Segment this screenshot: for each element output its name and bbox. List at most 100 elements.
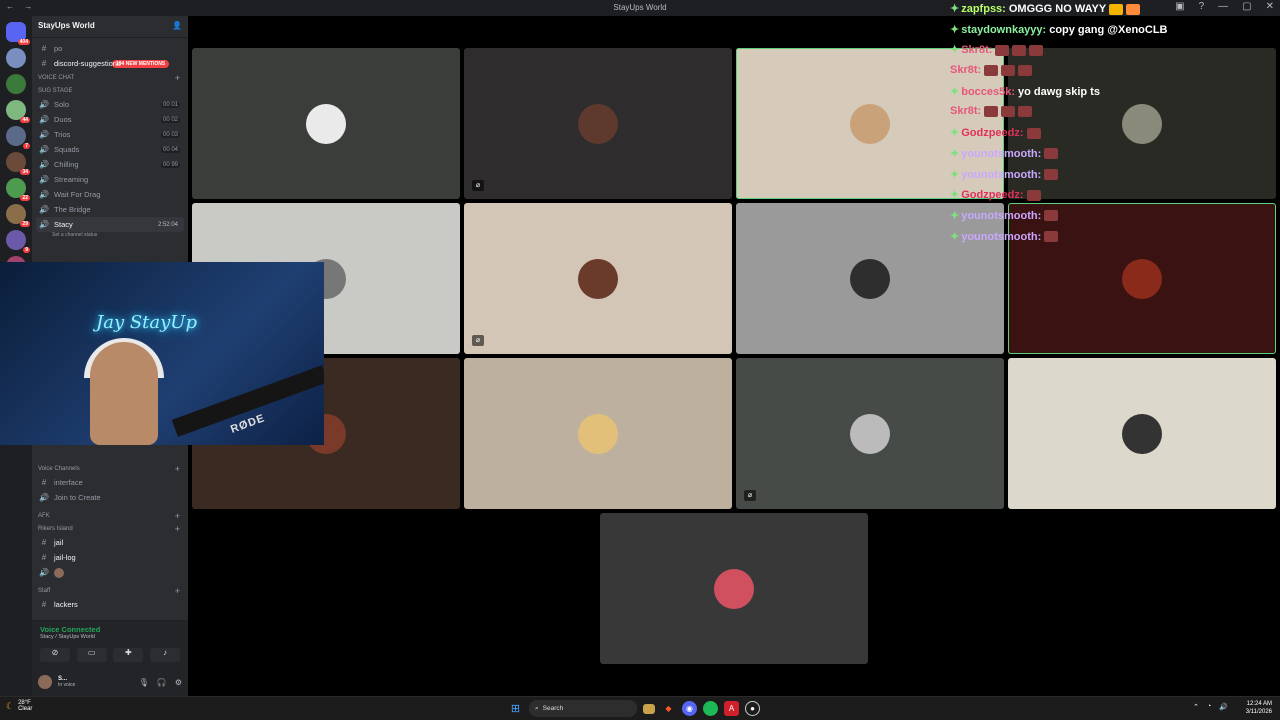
- voice-channel[interactable]: 🔊 Squads 00 04: [32, 142, 188, 157]
- add-channel-icon[interactable]: +: [175, 586, 180, 596]
- chat-badge-icon: ✦: [950, 127, 960, 140]
- screen-share-icon[interactable]: ▭: [76, 648, 107, 662]
- avatar[interactable]: [38, 675, 52, 689]
- search-box[interactable]: ⌕ Search: [529, 700, 637, 717]
- hash-icon: #: [41, 538, 47, 547]
- hash-icon: #: [41, 478, 47, 487]
- voice-channel[interactable]: 🔊 Wait For Drag: [32, 187, 188, 202]
- voice-channel[interactable]: 🔊 Chilling 00 99: [32, 157, 188, 172]
- chat-username: Godzpeedz:: [961, 127, 1024, 140]
- emote-icon: [1001, 106, 1016, 118]
- video-tile[interactable]: [600, 513, 868, 664]
- add-channel-icon[interactable]: +: [175, 73, 180, 83]
- channel-jail-log[interactable]: # jail-log: [32, 550, 188, 565]
- voice-channel[interactable]: 🔊 Trios 00 03: [32, 127, 188, 142]
- activities-icon[interactable]: ✚: [113, 648, 144, 662]
- chat-overlay: ✦ zapfpss: OMGGG NO WAYY ✦ staydownkayyy: cop…: [950, 2, 1270, 250]
- system-tray[interactable]: ⌃ ◔ 🔊: [1193, 703, 1228, 711]
- chevron-up-icon[interactable]: ⌃: [1193, 703, 1199, 711]
- voice-user-row[interactable]: 🔊: [32, 565, 188, 580]
- voice-channel[interactable]: 🔊 The Bridge: [32, 202, 188, 217]
- channel-interface[interactable]: # interface: [32, 475, 188, 490]
- taskbar: ☾ 28°F Clear ⊞ ⌕ Search ◆ ◉ A ● ⌃ ◔ 🔊 12:2…: [0, 696, 1280, 720]
- server-icon[interactable]: [6, 74, 26, 94]
- emote-icon: [1044, 210, 1059, 222]
- server-header[interactable]: StayUps World 👤: [32, 16, 188, 38]
- server-icon[interactable]: 7: [6, 126, 30, 149]
- chat-username: staydownkayyy:: [961, 23, 1047, 36]
- add-channel-icon[interactable]: +: [175, 464, 180, 474]
- chat-badge-icon: ✦: [950, 168, 960, 181]
- server-icon[interactable]: 404: [6, 22, 30, 45]
- channel-jail[interactable]: # jail: [32, 535, 188, 550]
- clock[interactable]: 12:24 AM 3/11/2026: [1246, 700, 1272, 716]
- video-tile[interactable]: [192, 48, 460, 199]
- category-staff[interactable]: Staff +: [32, 584, 188, 597]
- server-icon[interactable]: 34: [6, 152, 30, 175]
- voice-location[interactable]: Stacy / StayUps World: [40, 634, 180, 640]
- headphones-icon[interactable]: 🎧: [157, 678, 167, 687]
- voice-status[interactable]: Voice Connected: [40, 625, 180, 634]
- video-tile[interactable]: ⌀: [464, 48, 732, 199]
- category-rikers[interactable]: Rikers Island +: [32, 522, 188, 535]
- category-afk[interactable]: AFK +: [32, 509, 188, 522]
- start-icon[interactable]: ⊞: [508, 701, 523, 716]
- add-member-icon[interactable]: 👤: [172, 21, 182, 32]
- speaker-icon: 🔊: [39, 100, 49, 109]
- video-tile[interactable]: ⌀: [736, 358, 1004, 509]
- participant-avatar: [578, 414, 618, 454]
- video-tile[interactable]: [464, 358, 732, 509]
- avatar: [54, 567, 64, 578]
- channel-discord-suggestions[interactable]: # discord-suggestions: [32, 56, 188, 71]
- channel-lackers[interactable]: # lackers: [32, 597, 188, 612]
- discord-icon[interactable]: ◉: [682, 701, 697, 716]
- channel-stacy[interactable]: 🔊 Stacy 2:52:04: [36, 217, 184, 232]
- explorer-icon[interactable]: [643, 703, 655, 714]
- user-limit: 00 04: [160, 146, 180, 153]
- chat-message: ✦ Skr8t:: [950, 43, 1270, 64]
- channel-po[interactable]: # po: [32, 41, 188, 56]
- chat-message: ✦ Godzpeedz:: [950, 126, 1270, 147]
- chat-message: ✦ younotsmooth:: [950, 168, 1270, 189]
- emote-icon: [995, 44, 1010, 56]
- channel-join-to-create[interactable]: 🔊 Join to Create: [32, 490, 188, 505]
- add-channel-icon[interactable]: +: [175, 511, 180, 521]
- weather-widget[interactable]: ☾ 28°F Clear: [6, 700, 32, 712]
- spotify-icon[interactable]: [703, 701, 718, 716]
- user-limit: 00 01: [160, 101, 180, 108]
- voice-channel[interactable]: 🔊 Streaming: [32, 172, 188, 187]
- emote-icon: [1044, 169, 1059, 181]
- unread-badge: 44: [20, 117, 30, 123]
- camera-off-icon[interactable]: ⊘: [40, 648, 70, 662]
- server-icon[interactable]: [6, 48, 26, 68]
- participant-avatar: [578, 104, 618, 144]
- obs-icon[interactable]: ●: [745, 701, 760, 716]
- streamer: [90, 342, 158, 445]
- server-icon[interactable]: 9: [6, 230, 30, 253]
- weather-condition: Clear: [18, 706, 33, 712]
- category-voice-channels[interactable]: Voice Channels +: [32, 462, 188, 475]
- chat-badge-icon: ✦: [950, 209, 960, 222]
- speaker-icon: 🔊: [39, 115, 49, 124]
- user-limit: 00 99: [160, 161, 180, 168]
- server-icon[interactable]: 44: [6, 100, 30, 123]
- microphone-icon[interactable]: 🎙: [139, 678, 149, 687]
- wifi-icon[interactable]: ◔: [1207, 703, 1211, 711]
- settings-gear-icon[interactable]: ⚙: [175, 678, 182, 687]
- voice-channel[interactable]: 🔊 Duos 00 02: [32, 112, 188, 127]
- chat-message: ✦ younotsmooth:: [950, 147, 1270, 168]
- chat-badge-icon: ✦: [950, 230, 960, 243]
- volume-icon[interactable]: 🔊: [1219, 703, 1228, 711]
- chat-message: ✦ younotsmooth:: [950, 209, 1270, 230]
- adobe-icon[interactable]: A: [724, 701, 739, 716]
- category-voice-chat[interactable]: VOICE CHAT +: [32, 71, 188, 84]
- video-tile[interactable]: ⌀: [464, 203, 732, 354]
- voice-channel[interactable]: 🔊 Solo 00 01: [32, 97, 188, 112]
- soundboard-icon[interactable]: ♪: [149, 648, 180, 662]
- server-icon[interactable]: 22: [6, 178, 30, 201]
- add-channel-icon[interactable]: +: [175, 524, 180, 534]
- channel-status[interactable]: Set a channel status: [32, 232, 188, 238]
- brave-icon[interactable]: ◆: [661, 701, 676, 716]
- video-tile[interactable]: [1008, 358, 1276, 509]
- server-icon[interactable]: 29: [6, 204, 30, 227]
